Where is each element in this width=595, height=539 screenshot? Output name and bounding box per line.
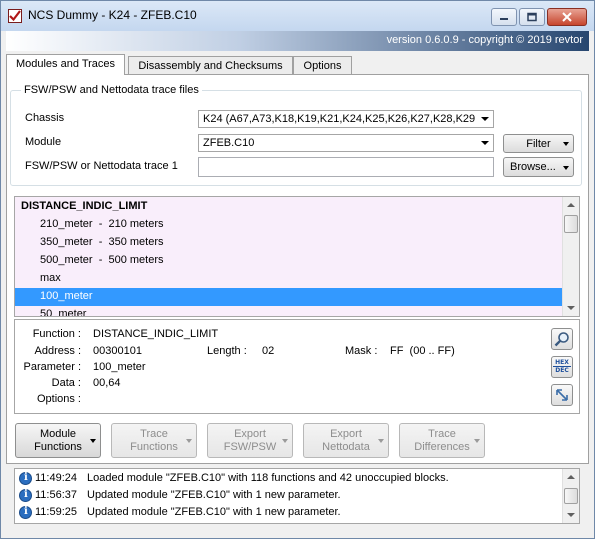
export-nettodata-line2: Nettodata bbox=[322, 441, 370, 453]
options-label: Options : bbox=[36, 393, 81, 405]
trace-file-label: FSW/PSW or Nettodata trace 1 bbox=[25, 160, 178, 172]
hex-dec-icon: HEX DEC bbox=[553, 359, 571, 374]
browse-button[interactable]: Browse... bbox=[503, 157, 574, 177]
list-item[interactable]: 210_meter - 210 meters bbox=[15, 216, 564, 234]
chassis-label: Chassis bbox=[25, 112, 65, 124]
close-button[interactable] bbox=[547, 8, 587, 26]
minimize-icon bbox=[500, 18, 508, 20]
parameter-list-scrollbar[interactable] bbox=[562, 197, 579, 316]
tab-options[interactable]: Options bbox=[293, 56, 352, 74]
log-time: 11:49:24 bbox=[35, 472, 78, 484]
function-value: DISTANCE_INDIC_LIMIT bbox=[93, 328, 219, 340]
title-bar[interactable]: NCS Dummy - K24 - ZFEB.C10 bbox=[1, 1, 594, 31]
export-nettodata-line1: Export bbox=[330, 428, 362, 440]
chassis-select-value: K24 (A67,A73,K18,K19,K21,K24,K25,K26,K27… bbox=[203, 113, 475, 125]
parameter-list[interactable]: DISTANCE_INDIC_LIMIT 210_meter - 210 met… bbox=[14, 196, 580, 317]
length-value: 02 bbox=[262, 345, 275, 357]
module-label: Module bbox=[25, 136, 62, 148]
export-fsw-psw-line2: FSW/PSW bbox=[223, 441, 277, 453]
scroll-thumb[interactable] bbox=[564, 215, 578, 233]
log-message: Loaded module "ZFEB.C10" with 118 functi… bbox=[87, 472, 449, 484]
list-item[interactable]: 350_meter - 350 meters bbox=[15, 234, 564, 252]
module-functions-button[interactable]: Module Functions bbox=[15, 423, 101, 458]
maximize-icon bbox=[527, 12, 537, 22]
dropdown-arrow-icon bbox=[186, 439, 192, 443]
export-fsw-psw-line1: Export bbox=[234, 428, 266, 440]
export-nettodata-button[interactable]: Export Nettodata bbox=[303, 423, 389, 458]
hex-text: HEX bbox=[555, 359, 569, 366]
list-item[interactable]: 50_meter bbox=[15, 306, 564, 316]
data-value: 00,64 bbox=[93, 377, 121, 389]
function-label: Function : bbox=[32, 328, 81, 340]
browse-button-label: Browse... bbox=[510, 161, 556, 173]
log-time: 11:56:37 bbox=[35, 489, 78, 501]
dropdown-arrow-icon bbox=[282, 439, 288, 443]
info-icon bbox=[19, 472, 32, 485]
module-functions-line1: Module bbox=[39, 428, 77, 440]
version-banner: version 0.6.0.9 - copyright © 2019 revto… bbox=[6, 31, 589, 51]
list-item[interactable]: max bbox=[15, 270, 564, 288]
parameter-list-header: DISTANCE_INDIC_LIMIT bbox=[21, 200, 148, 212]
trace-differences-line2: Differences bbox=[414, 441, 470, 453]
log-scrollbar[interactable] bbox=[562, 469, 579, 523]
export-fsw-psw-button[interactable]: Export FSW/PSW bbox=[207, 423, 293, 458]
list-item[interactable]: 500_meter - 500 meters bbox=[15, 252, 564, 270]
trace-functions-button[interactable]: Trace Functions bbox=[111, 423, 197, 458]
trace-functions-line2: Functions bbox=[130, 441, 178, 453]
mask-label: Mask : bbox=[345, 345, 378, 357]
log-time: 11:59:25 bbox=[35, 506, 78, 518]
diagonal-arrow-icon bbox=[556, 389, 568, 401]
chevron-down-icon bbox=[477, 111, 493, 127]
close-icon bbox=[562, 12, 572, 22]
dropdown-arrow-icon bbox=[378, 439, 384, 443]
module-select[interactable]: ZFEB.C10 bbox=[198, 134, 494, 152]
tab-modules-and-traces[interactable]: Modules and Traces bbox=[6, 54, 125, 75]
version-text: version 0.6.0.9 - copyright © 2019 revto… bbox=[386, 34, 583, 46]
module-functions-line2: Functions bbox=[34, 441, 82, 453]
app-window: NCS Dummy - K24 - ZFEB.C10 version 0.6.0… bbox=[0, 0, 595, 539]
scroll-up-icon[interactable] bbox=[563, 197, 579, 213]
address-value: 00300101 bbox=[93, 345, 142, 357]
log-message: Updated module "ZFEB.C10" with 1 new par… bbox=[87, 489, 341, 501]
trace-files-group-title: FSW/PSW and Nettodata trace files bbox=[21, 84, 202, 96]
filter-button[interactable]: Filter bbox=[503, 134, 574, 153]
length-label: Length : bbox=[207, 345, 247, 357]
address-label: Address : bbox=[34, 345, 81, 357]
data-label: Data : bbox=[51, 377, 81, 389]
info-icon bbox=[19, 489, 32, 502]
trace-differences-button[interactable]: Trace Differences bbox=[399, 423, 485, 458]
scroll-thumb[interactable] bbox=[564, 488, 578, 504]
mask-value: FF (00 .. FF) bbox=[390, 345, 455, 357]
log-message: Updated module "ZFEB.C10" with 1 new par… bbox=[87, 506, 341, 518]
tab-disassembly-and-checksums[interactable]: Disassembly and Checksums bbox=[128, 56, 293, 74]
dropdown-arrow-icon bbox=[563, 166, 569, 170]
chassis-select[interactable]: K24 (A67,A73,K18,K19,K21,K24,K25,K26,K27… bbox=[198, 110, 494, 128]
log-panel[interactable]: 11:49:24 Loaded module "ZFEB.C10" with 1… bbox=[14, 468, 580, 524]
maximize-button[interactable] bbox=[519, 8, 545, 26]
window-title: NCS Dummy - K24 - ZFEB.C10 bbox=[28, 8, 197, 22]
filter-button-label: Filter bbox=[526, 138, 551, 150]
scroll-down-icon[interactable] bbox=[563, 507, 579, 523]
magnifier-icon bbox=[554, 332, 569, 347]
parameter-value: 100_meter bbox=[93, 361, 146, 373]
hex-dec-toggle-button[interactable]: HEX DEC bbox=[551, 356, 573, 378]
list-item-selected[interactable]: 100_meter bbox=[15, 288, 564, 306]
resize-button[interactable] bbox=[551, 384, 573, 406]
dropdown-arrow-icon bbox=[90, 439, 96, 443]
app-checkmark-icon bbox=[8, 9, 22, 23]
trace-differences-line1: Trace bbox=[428, 428, 456, 440]
dec-text: DEC bbox=[553, 366, 571, 374]
info-icon bbox=[19, 506, 32, 519]
parameter-label: Parameter : bbox=[23, 361, 81, 373]
scroll-up-icon[interactable] bbox=[563, 469, 579, 485]
dropdown-arrow-icon bbox=[474, 439, 480, 443]
chevron-down-icon bbox=[477, 135, 493, 151]
trace-functions-line1: Trace bbox=[140, 428, 168, 440]
scroll-down-icon[interactable] bbox=[563, 300, 579, 316]
search-button[interactable] bbox=[551, 328, 573, 350]
minimize-button[interactable] bbox=[491, 8, 517, 26]
trace-file-input[interactable] bbox=[198, 157, 494, 177]
module-select-value: ZFEB.C10 bbox=[203, 137, 255, 149]
dropdown-arrow-icon bbox=[563, 142, 569, 146]
